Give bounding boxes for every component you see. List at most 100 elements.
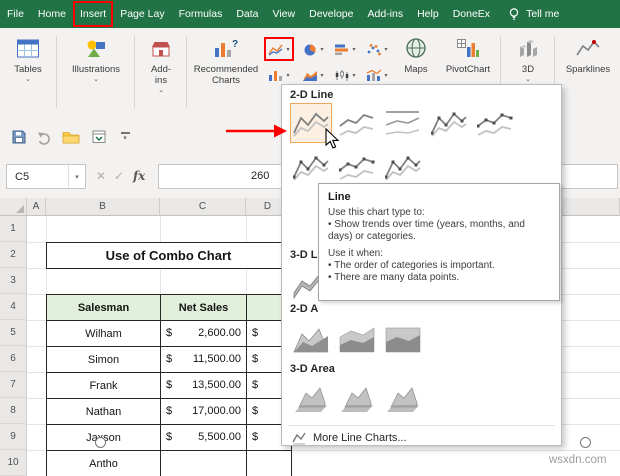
tab-developer[interactable]: Develope <box>302 0 360 28</box>
cell-net-sales[interactable]: $ 5,500.00 <box>160 424 247 451</box>
row-header-7[interactable]: 7 <box>0 372 27 398</box>
pivotchart-button[interactable]: PivotChart <box>440 36 496 75</box>
cell-net-sales[interactable] <box>160 450 247 476</box>
cell-net-sales[interactable]: $ 2,600.00 <box>160 320 247 347</box>
stacked-area-100-option[interactable] <box>382 319 424 359</box>
selection-handle[interactable] <box>95 437 106 448</box>
customize-qat-button[interactable]: ▾ <box>114 127 136 147</box>
sparkline-icon <box>576 40 600 56</box>
insert-line-chart-button[interactable]: ▾ <box>264 37 294 61</box>
stacked-line-100-markers-option[interactable] <box>382 147 424 187</box>
line-chart-icon <box>268 43 284 56</box>
name-box[interactable]: C5 ▾ <box>6 164 86 189</box>
cell-next-col[interactable] <box>246 450 292 476</box>
undo-button[interactable] <box>34 127 56 147</box>
cell-net-sales[interactable]: $ 17,000.00 <box>160 398 247 425</box>
header-salesman[interactable]: Salesman <box>46 294 161 321</box>
maps-button[interactable]: Maps <box>396 36 436 75</box>
column-header-c[interactable]: C <box>160 198 246 216</box>
tab-home[interactable]: Home <box>31 0 73 28</box>
cell-net-sales[interactable]: $ 13,500.00 <box>160 372 247 399</box>
line-tooltip: Line Use this chart type to: • Show tren… <box>318 183 560 301</box>
tab-view[interactable]: View <box>266 0 303 28</box>
enter-icon[interactable]: ✓ <box>114 169 124 183</box>
row-header-1[interactable]: 1 <box>0 216 27 242</box>
row-header-3[interactable]: 3 <box>0 268 27 294</box>
row-header-2[interactable]: 2 <box>0 242 27 268</box>
cell-salesman[interactable]: Wilham <box>46 320 161 347</box>
cancel-icon[interactable]: ✕ <box>96 169 106 183</box>
currency-symbol: $ <box>252 431 259 443</box>
tab-formulas[interactable]: Formulas <box>172 0 230 28</box>
group-separator <box>186 36 187 108</box>
tab-doneex[interactable]: DoneEx <box>446 0 497 28</box>
stacked-line-option[interactable] <box>336 103 378 143</box>
insert-pie-chart-button[interactable]: ▾ <box>298 37 328 61</box>
tab-help[interactable]: Help <box>410 0 446 28</box>
stacked-area-100-3d-option[interactable] <box>382 379 424 419</box>
recommended-charts-label-line2: Charts <box>212 75 240 86</box>
section-2d-area: 2-D A <box>290 303 319 315</box>
area-3d-option[interactable] <box>290 379 332 419</box>
insert-bar-chart-button[interactable]: ▾ <box>330 37 360 61</box>
stacked-area-icon <box>339 327 375 353</box>
column-header-b[interactable]: B <box>46 198 160 216</box>
watermark: wsxdn.com <box>549 454 607 466</box>
cell-salesman[interactable]: Antho <box>46 450 161 476</box>
cell-salesman[interactable]: Frank <box>46 372 161 399</box>
stacked-line-100-option[interactable] <box>382 103 424 143</box>
add-ins-button[interactable]: Add- ins ⌄ <box>138 36 184 95</box>
cell-salesman[interactable]: Simon <box>46 346 161 373</box>
more-line-charts-item[interactable]: More Line Charts... <box>292 431 407 445</box>
column-header-a[interactable]: A <box>27 198 46 216</box>
stacked-line-icon <box>339 114 374 136</box>
chevron-down-icon[interactable]: ▾ <box>68 165 85 188</box>
row-header-10[interactable]: 10 <box>0 450 27 476</box>
tab-insert[interactable]: Insert <box>72 1 114 27</box>
area-option[interactable] <box>290 319 332 359</box>
tab-add-ins[interactable]: Add-ins <box>360 0 410 28</box>
stacked-area-option[interactable] <box>336 319 378 359</box>
illustrations-button[interactable]: Illustrations ⌄ <box>60 36 132 84</box>
stacked-line-markers-option-2[interactable] <box>336 147 378 187</box>
header-net-sales[interactable]: Net Sales <box>160 294 247 321</box>
import-button[interactable] <box>88 127 110 147</box>
save-button[interactable] <box>8 127 30 147</box>
row-header-8[interactable]: 8 <box>0 398 27 424</box>
table-row: Nathan $ 17,000.00 $ <box>46 398 292 425</box>
table-row: Jaxson $ 5,500.00 $ <box>46 424 292 451</box>
sheet-title-cell[interactable]: Use of Combo Chart <box>46 242 291 269</box>
tab-data[interactable]: Data <box>229 0 265 28</box>
row-header-5[interactable]: 5 <box>0 320 27 346</box>
chevron-down-icon: ▾ <box>286 72 290 79</box>
stacked-line-100-markers-icon <box>385 153 421 181</box>
tooltip-intro: Use this chart type to: <box>328 207 425 218</box>
3d-map-button[interactable]: 3D ⌄ <box>506 36 550 84</box>
3d-map-icon <box>520 40 537 57</box>
insert-scatter-chart-button[interactable]: ▾ <box>362 37 392 61</box>
open-file-button[interactable] <box>60 127 82 147</box>
cell-net-sales[interactable]: $ 11,500.00 <box>160 346 247 373</box>
insert-function-icon[interactable]: fx <box>133 169 145 183</box>
selection-handle[interactable] <box>580 437 591 448</box>
row-header-6[interactable]: 6 <box>0 346 27 372</box>
table-row: Simon $ 11,500.00 $ <box>46 346 292 373</box>
row-header-4[interactable]: 4 <box>0 294 27 320</box>
line-markers-option-2[interactable] <box>290 147 332 187</box>
tab-page-layout[interactable]: Page Lay <box>113 0 171 28</box>
stacked-line-markers-option[interactable] <box>474 103 516 143</box>
cell-salesman[interactable]: Nathan <box>46 398 161 425</box>
folder-icon <box>62 131 80 143</box>
tables-button[interactable]: Tables ⌄ <box>4 36 52 84</box>
stacked-line-markers-icon <box>339 153 375 181</box>
recommended-charts-button[interactable]: ? Recommended Charts <box>188 36 264 86</box>
save-icon <box>12 130 26 144</box>
tab-file[interactable]: File <box>0 0 31 28</box>
sparklines-button[interactable]: Sparklines <box>558 36 618 75</box>
row-header-9[interactable]: 9 <box>0 424 27 450</box>
tell-me[interactable]: Tell me <box>507 7 559 21</box>
select-all-corner[interactable] <box>0 198 27 216</box>
line-markers-option[interactable] <box>428 103 470 143</box>
stacked-area-3d-option[interactable] <box>336 379 378 419</box>
lightbulb-icon <box>509 8 519 20</box>
